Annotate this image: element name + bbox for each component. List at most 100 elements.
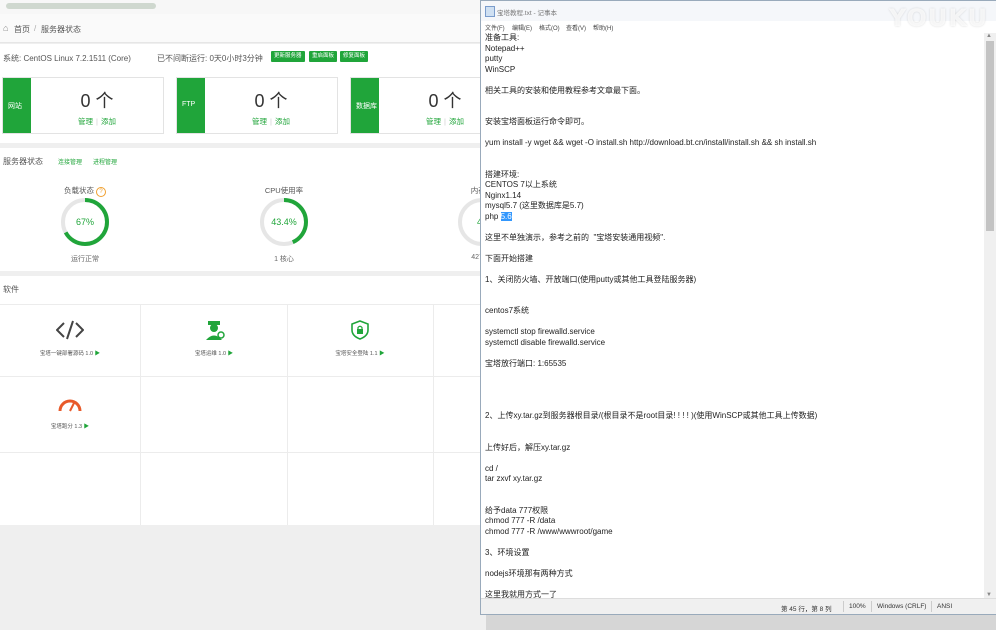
menu-help[interactable]: 帮助(H): [593, 23, 613, 32]
text-line: [485, 537, 979, 548]
dashboard: ⌂ 首页 / 服务器状态 系统: CentOS Linux 7.2.1511 (…: [0, 0, 512, 630]
database-card-label: 数据库: [356, 103, 377, 110]
software-item-secure-login[interactable]: 宝塔安全登陆 1.1 ▶: [290, 320, 430, 357]
text-line: 安装宝塔面板运行命令即可。: [485, 117, 589, 126]
grid-line: [0, 376, 486, 377]
notepad-icon: [485, 6, 495, 17]
text-selection: 5.6: [500, 211, 512, 221]
text-line: [485, 296, 979, 307]
database-manage-link[interactable]: 管理: [426, 117, 441, 126]
text-line: 下面开始搭建: [485, 253, 533, 263]
breadcrumb: ⌂ 首页 / 服务器状态: [0, 14, 486, 43]
notepad-window: 宝塔教程.txt - 记事本 文件(F) 编辑(E) 格式(O) 查看(V) 帮…: [480, 0, 996, 615]
software-item-operator[interactable]: 宝塔运维 1.0 ▶: [144, 320, 284, 357]
cpu-gauge-ring: 43.4%: [260, 198, 308, 246]
encoding: ANSI: [937, 603, 953, 610]
text-line: [485, 390, 979, 401]
site-add-link[interactable]: 添加: [101, 117, 116, 126]
site-card-label: 网站: [8, 103, 22, 110]
text-line: tar zxvf xy.tar.gz: [485, 474, 543, 483]
site-manage-link[interactable]: 管理: [78, 117, 93, 126]
text-line: Nginx1.14: [485, 190, 522, 200]
vertical-scrollbar[interactable]: ▲ ▼: [984, 33, 996, 598]
site-card: 网站 0 个 管理 | 添加: [2, 77, 164, 134]
text-line: php 5.6: [485, 211, 512, 221]
text-line: 宝塔放行端口: 1:65535: [485, 358, 567, 368]
notepad-statusbar: 第 45 行，第 8 列 100% Windows (CRLF) ANSI: [481, 598, 996, 614]
text-line: yum install -y wget && wget -O install.s…: [485, 138, 817, 147]
database-add-link[interactable]: 添加: [449, 117, 464, 126]
info-icon[interactable]: ?: [96, 187, 107, 197]
text-line: [485, 96, 979, 107]
text-line: [485, 159, 979, 170]
operator-icon: [206, 321, 225, 340]
ftp-card-links: 管理 | 添加: [205, 116, 337, 127]
text-line: [485, 495, 979, 506]
grid-line: [140, 304, 141, 525]
text-line: [485, 422, 979, 433]
ftp-card: FTP 0 个 管理 | 添加: [176, 77, 338, 134]
grid-line: [287, 304, 288, 525]
server-status-title: 服务器状态: [3, 157, 43, 166]
software-panel: 软件 宝塔一键部署源码 1.0 ▶ 宝塔运维 1.0 ▶ 宝塔安全登陆 1.1 …: [0, 276, 486, 525]
breadcrumb-current: 服务器状态: [41, 25, 81, 34]
database-card-side: 数据库: [351, 78, 379, 133]
ftp-add-link[interactable]: 添加: [275, 117, 290, 126]
text-line: nodejs环境那有两种方式: [485, 568, 573, 578]
process-manage-link[interactable]: 进程管理: [93, 157, 117, 166]
text-line: [485, 380, 979, 391]
shield-icon: [351, 320, 369, 340]
restart-panel-button[interactable]: 重启面板: [309, 51, 338, 62]
scrollbar-thumb[interactable]: [986, 41, 994, 231]
text-line: 这里我就用方式一了: [485, 589, 557, 599]
uptime-text: 已不间断运行: 0天0小时3分钟: [157, 54, 263, 63]
text-line: [485, 348, 979, 359]
text-line: 1、关闭防火墙、开放端口(使用putty或其他工具登陆服务器): [485, 274, 697, 284]
zoom-level: 100%: [849, 603, 866, 610]
load-gauge-ring: 67%: [61, 198, 109, 246]
text-line: [485, 432, 979, 443]
text-line: 上传好后，解压xy.tar.gz: [485, 442, 571, 452]
text-line: [485, 558, 979, 569]
cpu-gauge-value: 43.4%: [271, 217, 297, 227]
home-icon[interactable]: ⌂: [3, 23, 8, 33]
ftp-card-label: FTP: [182, 101, 196, 108]
load-gauge-value: 67%: [76, 217, 94, 227]
grid-line: [0, 452, 486, 453]
text-line: [485, 485, 979, 496]
software-item-deploy[interactable]: 宝塔一键部署源码 1.0 ▶: [0, 320, 140, 357]
text-line: 这里不单独演示，参考之前的 "宝塔安装通用视频".: [485, 232, 666, 242]
software-name: 宝塔运维 1.0: [194, 351, 227, 357]
menu-format[interactable]: 格式(O): [539, 23, 560, 32]
ftp-manage-link[interactable]: 管理: [252, 117, 267, 126]
text-line: 给予data 777权限: [485, 505, 549, 515]
cpu-core-count: 1 核心: [274, 256, 294, 263]
text-line: [485, 107, 979, 118]
speedometer-icon: [58, 399, 82, 412]
software-name: 宝塔安全登陆 1.1: [335, 351, 378, 357]
notepad-text-area[interactable]: 准备工具: Notepad++ putty WinSCP 相关工具的安装和使用教程参考…: [485, 33, 979, 598]
menu-edit[interactable]: 编辑(E): [512, 23, 532, 32]
repair-panel-button[interactable]: 修复面板: [340, 51, 369, 62]
update-server-button[interactable]: 更新服务器: [271, 51, 305, 62]
grid-line: [433, 304, 434, 525]
software-name: 宝塔一键部署源码 1.0: [39, 351, 94, 357]
grid-line: [0, 304, 486, 305]
arrow-icon: ▶: [83, 424, 90, 430]
text-line: chmod 777 -R /data: [485, 516, 556, 525]
text-line: [485, 369, 979, 380]
menu-view[interactable]: 查看(V): [566, 23, 586, 32]
tab-bar-blur: [6, 3, 156, 9]
load-gauge-status: 运行正常: [71, 256, 99, 263]
menu-file[interactable]: 文件(F): [485, 23, 505, 32]
scroll-up-icon[interactable]: ▲: [986, 33, 992, 39]
site-card-links: 管理 | 添加: [31, 116, 163, 127]
software-item-benchmark[interactable]: 宝塔跑分 1.3 ▶: [0, 395, 140, 430]
line-ending: Windows (CRLF): [877, 603, 927, 610]
text-line: cd /: [485, 463, 498, 473]
breadcrumb-home[interactable]: 首页: [14, 24, 30, 35]
text-line: mysql5.7 (这里数据库是5.7): [485, 201, 584, 210]
connection-manage-link[interactable]: 连接管理: [58, 157, 82, 166]
cpu-gauge-label: CPU使用率: [264, 186, 304, 195]
ftp-card-side: FTP: [177, 78, 205, 133]
